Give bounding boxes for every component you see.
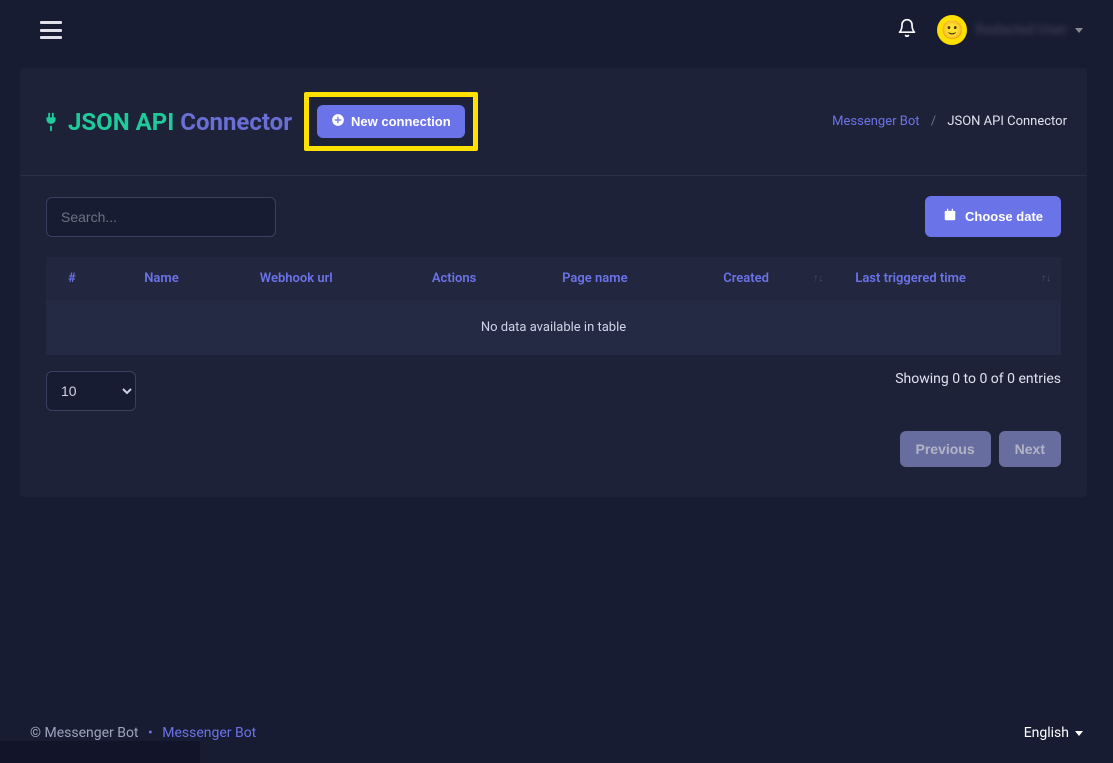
col-page-name[interactable]: Page name (540, 257, 701, 300)
choose-date-button[interactable]: Choose date (925, 196, 1061, 237)
avatar: 🙂 (937, 15, 967, 45)
footer: © Messenger Bot • Messenger Bot English (0, 725, 1113, 741)
breadcrumb-current: JSON API Connector (947, 114, 1067, 129)
language-switcher[interactable]: English (1024, 725, 1083, 741)
calendar-icon (943, 208, 957, 225)
bottom-row: 10 Showing 0 to 0 of 0 entries (20, 355, 1087, 411)
footer-link[interactable]: Messenger Bot (162, 725, 256, 741)
next-button[interactable]: Next (999, 431, 1061, 467)
plus-circle-icon (331, 113, 345, 130)
sort-icon: ↑↓ (813, 275, 823, 283)
table-header-row: # Name Webhook url Actions Page name Cre… (46, 257, 1061, 300)
topbar-right: 🙂 Redacted User (897, 15, 1083, 45)
previous-button[interactable]: Previous (900, 431, 991, 467)
footer-separator: • (148, 725, 153, 741)
bottom-strip (0, 741, 200, 763)
col-last-triggered[interactable]: Last triggered time ↑↓ (833, 257, 1061, 300)
content-card: JSON API Connector New connection Messen… (20, 68, 1087, 497)
topbar: 🙂 Redacted User (0, 0, 1113, 60)
page-header: JSON API Connector New connection Messen… (20, 68, 1087, 176)
breadcrumb-parent[interactable]: Messenger Bot (832, 114, 919, 129)
language-label: English (1024, 725, 1069, 741)
page-title-wrap: JSON API Connector New connection (40, 92, 478, 151)
user-name: Redacted User (975, 22, 1067, 38)
page-title: JSON API Connector (40, 108, 292, 136)
search-input[interactable] (46, 197, 276, 237)
col-actions[interactable]: Actions (410, 257, 540, 300)
new-connection-label: New connection (351, 114, 451, 129)
chevron-down-icon (1075, 28, 1083, 33)
page-size-select[interactable]: 10 (46, 371, 136, 411)
footer-copyright: © Messenger Bot (30, 725, 139, 741)
col-index[interactable]: # (46, 257, 122, 300)
new-connection-button[interactable]: New connection (317, 105, 465, 138)
table-empty-message: No data available in table (46, 300, 1061, 355)
table-empty-row: No data available in table (46, 300, 1061, 355)
col-created-label: Created (723, 271, 769, 286)
pagination: Previous Next (20, 411, 1087, 467)
sort-icon: ↑↓ (1041, 275, 1051, 283)
choose-date-label: Choose date (965, 209, 1043, 224)
col-created[interactable]: Created ↑↓ (701, 257, 833, 300)
plug-icon (40, 111, 62, 133)
user-menu[interactable]: 🙂 Redacted User (937, 15, 1083, 45)
breadcrumb-separator: / (931, 114, 936, 129)
entries-info: Showing 0 to 0 of 0 entries (895, 371, 1061, 387)
breadcrumb: Messenger Bot / JSON API Connector (832, 114, 1067, 129)
notifications-icon[interactable] (897, 17, 917, 43)
highlight-annotation: New connection (304, 92, 478, 151)
col-webhook[interactable]: Webhook url (238, 257, 410, 300)
col-last-triggered-label: Last triggered time (855, 271, 966, 286)
footer-left: © Messenger Bot • Messenger Bot (30, 725, 256, 741)
page-title-part2: Connector (180, 108, 292, 136)
chevron-down-icon (1075, 731, 1083, 736)
table-wrap: # Name Webhook url Actions Page name Cre… (20, 257, 1087, 355)
toolbar: Choose date (20, 176, 1087, 257)
col-name[interactable]: Name (122, 257, 238, 300)
menu-toggle-icon[interactable] (40, 21, 62, 39)
data-table: # Name Webhook url Actions Page name Cre… (46, 257, 1061, 355)
page-title-part1: JSON API (68, 108, 174, 136)
